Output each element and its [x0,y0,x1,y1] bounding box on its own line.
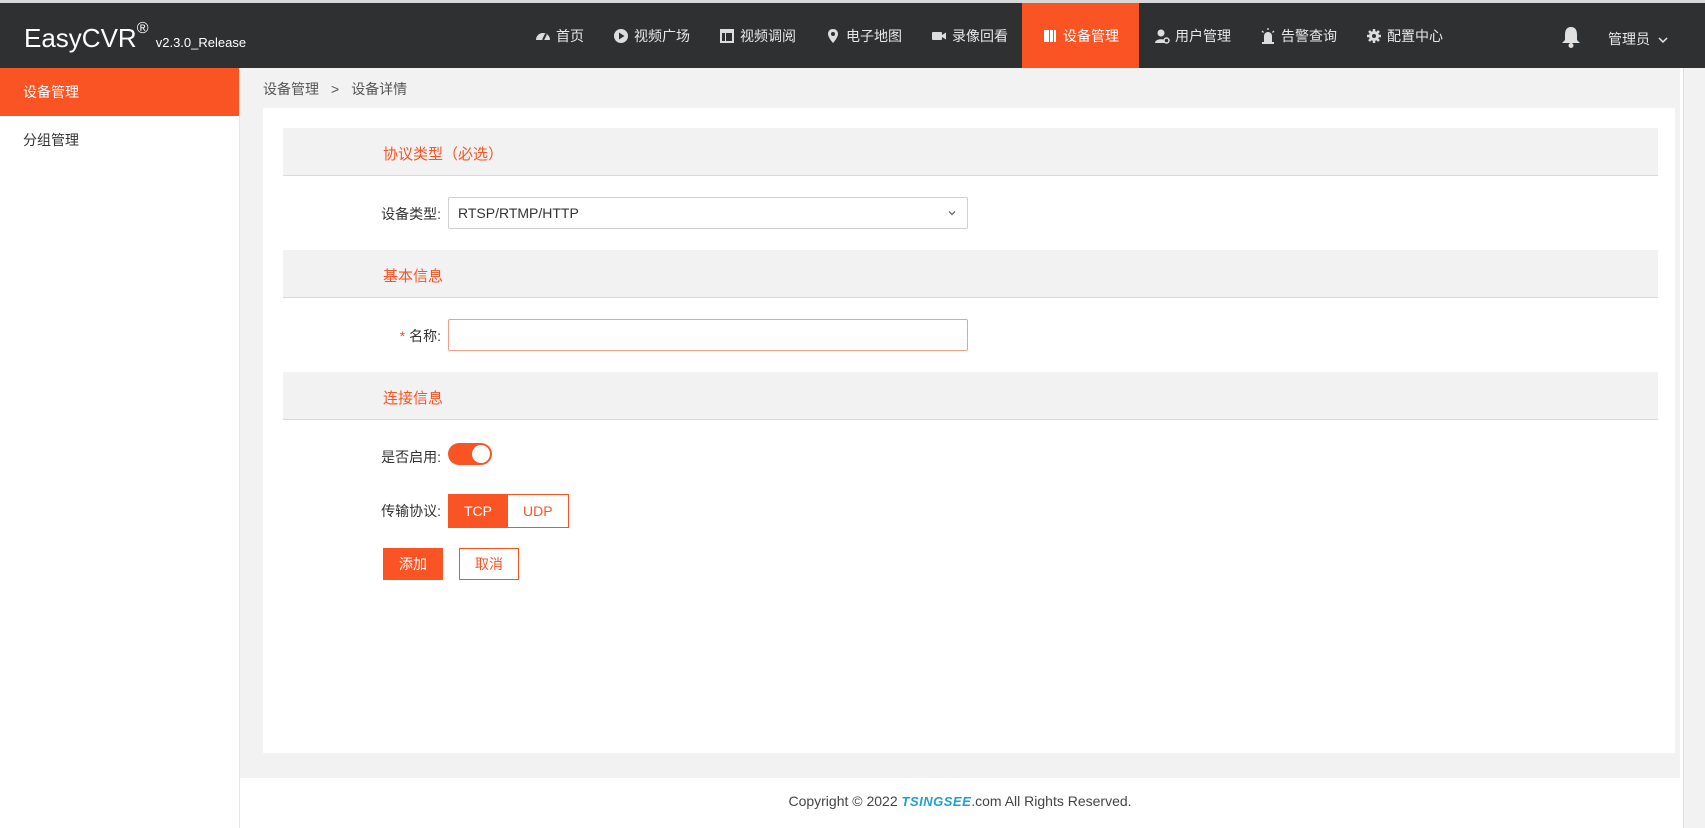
sidebar-item-device-management[interactable]: 设备管理 [0,68,239,116]
video-camera-icon [932,31,946,40]
nav-label: 告警查询 [1281,27,1337,44]
registered-mark: ® [136,20,149,38]
layout-icon [720,28,734,43]
required-mark: * [399,328,406,344]
nav-label: 视频调阅 [740,27,796,44]
nav-item-playback[interactable]: 录像回看 [916,3,1022,68]
name-label: 名称: [409,328,441,344]
alarm-icon [1261,27,1275,44]
breadcrumb-current: 设备详情 [351,81,408,97]
user-name: 管理员 [1608,31,1650,47]
footer-suffix: .com All Rights Reserved. [971,793,1132,809]
sidebar-item-group-management[interactable]: 分组管理 [0,116,239,164]
nav-label: 设备管理 [1063,27,1119,44]
section-protocol-header: 协议类型（必选） [283,128,1658,176]
app-version: v2.3.0_Release [155,35,247,50]
chevron-down-icon [1658,37,1668,44]
nav-label: 首页 [556,27,584,44]
breadcrumb-separator: > [331,81,340,97]
top-navbar: EasyCVR® v2.3.0_Release 首页 视频广场 视频调阅 电子地… [0,0,1705,68]
toggle-knob [472,445,490,463]
enable-toggle[interactable] [448,443,492,465]
section-connection-header: 连接信息 [283,372,1658,420]
transport-option-udp[interactable]: UDP [508,494,569,528]
breadcrumb-root[interactable]: 设备管理 [263,81,319,97]
enable-label: 是否启用: [381,449,441,465]
name-label-row: * 名称: [263,326,441,346]
app-name: EasyCVR [24,23,137,53]
footer-brand-logo[interactable]: TSINGSEE [902,794,972,809]
nav-item-home[interactable]: 首页 [520,3,598,68]
transport-label: 传输协议: [381,503,441,519]
main-content: 设备管理 > 设备详情 协议类型（必选） 设备类型: RTSP/RTMP/HTTP … [240,68,1680,778]
user-menu[interactable]: 管理员 [1608,29,1668,49]
section-basic-title: 基本信息 [383,268,444,285]
nav-label: 视频广场 [634,27,690,44]
section-basic-header: 基本信息 [283,250,1658,298]
nav-label: 电子地图 [846,27,902,44]
device-form-panel: 协议类型（必选） 设备类型: RTSP/RTMP/HTTP 基本信息 * 名称: … [263,108,1675,753]
sidebar: 设备管理 分组管理 [0,68,240,828]
device-type-label: 设备类型: [381,206,441,222]
device-icon [1044,29,1056,42]
map-marker-icon [828,28,838,43]
nav-item-user-management[interactable]: 用户管理 [1139,3,1245,68]
footer-prefix: Copyright © 2022 [788,793,902,809]
main-nav: 首页 视频广场 视频调阅 电子地图 录像回看 设备管理 用户管理 告警查询 配置… [520,3,1457,68]
cancel-button[interactable]: 取消 [459,548,519,580]
nav-item-video-square[interactable]: 视频广场 [598,3,704,68]
bell-icon[interactable] [1560,25,1582,49]
vertical-scrollbar[interactable] [1683,68,1705,828]
nav-item-device-management[interactable]: 设备管理 [1022,3,1139,68]
transport-protocol-group: TCP UDP [448,494,569,528]
device-type-select[interactable]: RTSP/RTMP/HTTP [448,197,968,229]
app-logo[interactable]: EasyCVR® v2.3.0_Release [24,20,247,54]
chevron-down-icon [948,211,956,216]
gear-icon [1367,28,1381,43]
section-connection-title: 连接信息 [383,390,444,407]
breadcrumb: 设备管理 > 设备详情 [263,79,407,99]
nav-item-alarm[interactable]: 告警查询 [1245,3,1351,68]
user-gear-icon [1155,29,1170,44]
nav-label: 用户管理 [1175,27,1231,44]
add-button[interactable]: 添加 [383,548,443,580]
nav-label: 配置中心 [1387,27,1443,44]
name-input[interactable] [448,319,968,351]
transport-option-tcp[interactable]: TCP [448,494,508,528]
play-circle-icon [614,28,628,43]
nav-item-config[interactable]: 配置中心 [1351,3,1457,68]
footer: Copyright © 2022 TSINGSEE.com All Rights… [240,778,1680,828]
nav-item-video-view[interactable]: 视频调阅 [704,3,810,68]
section-protocol-title: 协议类型（必选） [383,146,504,163]
dashboard-icon [536,32,550,40]
nav-label: 录像回看 [952,27,1008,44]
device-type-value: RTSP/RTMP/HTTP [458,205,579,221]
nav-item-map[interactable]: 电子地图 [810,3,916,68]
